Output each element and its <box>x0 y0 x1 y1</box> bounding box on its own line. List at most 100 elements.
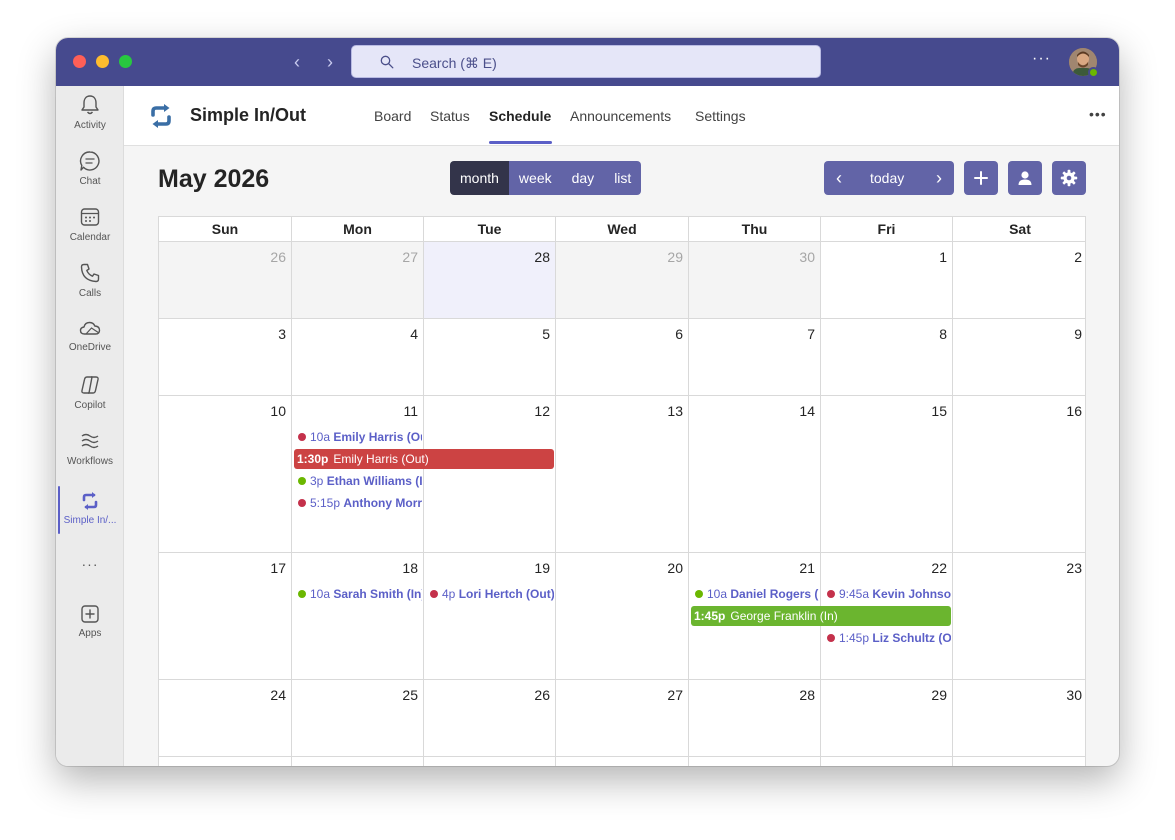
day-number[interactable]: 26 <box>270 249 286 265</box>
day-cell-wed[interactable]: 20 <box>556 553 689 680</box>
day-cell-fri[interactable]: 1 <box>821 242 953 319</box>
day-number[interactable]: 25 <box>402 687 418 703</box>
day-cell-fri[interactable]: 29 <box>821 680 953 757</box>
day-number[interactable]: 14 <box>799 403 815 419</box>
day-number[interactable]: 27 <box>402 249 418 265</box>
view-month-button[interactable]: month <box>450 161 509 195</box>
day-cell-sun[interactable]: 24 <box>159 680 292 757</box>
tab-settings[interactable]: Settings <box>695 108 746 124</box>
tab-schedule[interactable]: Schedule <box>489 108 551 124</box>
minimize-window-button[interactable] <box>96 55 109 68</box>
day-number[interactable]: 15 <box>931 403 947 419</box>
day-cell-sat[interactable]: 16 <box>953 396 1085 553</box>
tab-status[interactable]: Status <box>430 108 470 124</box>
day-number[interactable]: 20 <box>667 560 683 576</box>
day-cell-fri[interactable]: 8 <box>821 319 953 396</box>
rail-item-more[interactable]: ··· <box>56 556 124 574</box>
forward-arrow-icon[interactable]: › <box>319 51 341 73</box>
next-month-button[interactable]: › <box>936 161 942 195</box>
day-number[interactable]: 1 <box>939 249 947 265</box>
day-number[interactable]: 26 <box>534 687 550 703</box>
day-number[interactable]: 28 <box>534 249 550 265</box>
day-number[interactable]: 12 <box>534 403 550 419</box>
day-number[interactable]: 29 <box>931 687 947 703</box>
day-number[interactable]: 13 <box>667 403 683 419</box>
day-cell-next-week[interactable] <box>424 757 556 766</box>
day-number[interactable]: 16 <box>1066 403 1082 419</box>
day-cell-mon[interactable]: 4 <box>292 319 424 396</box>
day-number[interactable]: 17 <box>270 560 286 576</box>
event-item[interactable]: 3p Ethan Williams (In) <box>298 473 422 489</box>
day-number[interactable]: 9 <box>1074 326 1082 342</box>
day-number[interactable]: 21 <box>799 560 815 576</box>
day-number[interactable]: 11 <box>403 403 418 419</box>
day-number[interactable]: 19 <box>534 560 550 576</box>
view-list-button[interactable]: list <box>604 161 642 195</box>
tab-announcements[interactable]: Announcements <box>570 108 671 124</box>
day-number[interactable]: 6 <box>675 326 683 342</box>
rail-item-chat[interactable]: Chat <box>56 150 124 187</box>
day-number[interactable]: 29 <box>667 249 683 265</box>
view-week-button[interactable]: week <box>508 161 562 195</box>
day-cell-tue[interactable]: 26 <box>424 680 556 757</box>
day-cell-tue[interactable]: 19 <box>424 553 556 680</box>
day-number[interactable]: 7 <box>807 326 815 342</box>
day-cell-tue[interactable]: 28 <box>424 242 556 319</box>
rail-item-simple-in-out[interactable]: Simple In/... <box>56 491 124 526</box>
day-number[interactable]: 5 <box>542 326 550 342</box>
back-arrow-icon[interactable]: ‹ <box>286 51 308 73</box>
day-number[interactable]: 18 <box>402 560 418 576</box>
day-cell-sat[interactable]: 9 <box>953 319 1085 396</box>
event-item[interactable]: 10a Emily Harris (Out) <box>298 429 422 445</box>
maximize-window-button[interactable] <box>119 55 132 68</box>
day-cell-wed[interactable]: 6 <box>556 319 689 396</box>
day-cell-mon[interactable]: 18 <box>292 553 424 680</box>
day-cell-wed[interactable]: 29 <box>556 242 689 319</box>
day-cell-sat[interactable]: 23 <box>953 553 1085 680</box>
day-cell-sun[interactable]: 3 <box>159 319 292 396</box>
day-cell-tue[interactable]: 5 <box>424 319 556 396</box>
rail-item-activity[interactable]: Activity <box>56 94 124 131</box>
day-number[interactable]: 22 <box>931 560 947 576</box>
event-bar[interactable]: 1:45p George Franklin (In) <box>691 606 951 626</box>
day-number[interactable]: 2 <box>1074 249 1082 265</box>
day-cell-next-week[interactable] <box>821 757 953 766</box>
day-number[interactable]: 8 <box>939 326 947 342</box>
day-cell-thu[interactable]: 7 <box>689 319 821 396</box>
day-cell-mon[interactable]: 27 <box>292 242 424 319</box>
day-cell-wed[interactable]: 27 <box>556 680 689 757</box>
day-number[interactable]: 10 <box>270 403 286 419</box>
day-cell-sun[interactable]: 17 <box>159 553 292 680</box>
rail-item-workflows[interactable]: Workflows <box>56 430 124 467</box>
day-cell-tue[interactable]: 12 <box>424 396 556 553</box>
search-box[interactable]: Search (⌘ E) <box>351 45 821 78</box>
day-number[interactable]: 4 <box>410 326 418 342</box>
event-item[interactable]: 5:15p Anthony Morris (Out) <box>298 495 422 511</box>
day-number[interactable]: 30 <box>799 249 815 265</box>
event-item[interactable]: 9:45a Kevin Johnson (Out) <box>827 586 951 602</box>
day-number[interactable]: 30 <box>1066 687 1082 703</box>
more-options-icon[interactable]: ··· <box>1032 50 1051 68</box>
day-number[interactable]: 3 <box>278 326 286 342</box>
view-day-button[interactable]: day <box>561 161 605 195</box>
rail-item-apps[interactable]: Apps <box>56 604 124 639</box>
rail-item-calls[interactable]: Calls <box>56 262 124 299</box>
day-cell-next-week[interactable] <box>159 757 292 766</box>
user-filter-button[interactable] <box>1008 161 1042 195</box>
event-item[interactable]: 4p Lori Hertch (Out) <box>430 586 554 602</box>
day-cell-next-week[interactable] <box>556 757 689 766</box>
day-cell-sun[interactable]: 26 <box>159 242 292 319</box>
avatar[interactable] <box>1069 48 1099 78</box>
today-button[interactable]: today <box>870 161 904 195</box>
day-number[interactable]: 27 <box>667 687 683 703</box>
event-item[interactable]: 1:45p Liz Schultz (Out) <box>827 630 951 646</box>
day-number[interactable]: 23 <box>1066 560 1082 576</box>
add-event-button[interactable] <box>964 161 998 195</box>
day-cell-next-week[interactable] <box>689 757 821 766</box>
day-cell-next-week[interactable] <box>953 757 1085 766</box>
rail-item-calendar[interactable]: Calendar <box>56 206 124 243</box>
rail-item-onedrive[interactable]: OneDrive <box>56 318 124 353</box>
day-cell-wed[interactable]: 13 <box>556 396 689 553</box>
day-cell-next-week[interactable] <box>292 757 424 766</box>
day-cell-sun[interactable]: 10 <box>159 396 292 553</box>
